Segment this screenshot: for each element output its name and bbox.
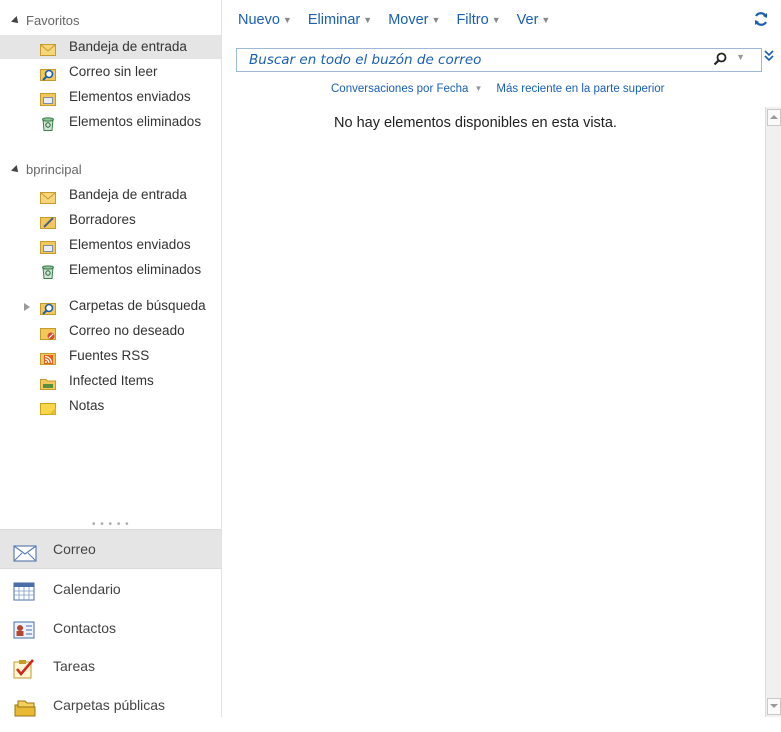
message-list-pane: Nuevo ▼ Eliminar ▼ Mover ▼ Filtro ▼ Ver ▼ Bus… [222, 0, 781, 717]
expand-triangle-icon[interactable] [24, 303, 30, 311]
collapse-triangle-icon[interactable] [11, 16, 21, 26]
new-button[interactable]: Nuevo ▼ [238, 12, 292, 28]
contacts-icon [13, 617, 37, 639]
toolbar: Nuevo ▼ Eliminar ▼ Mover ▼ Filtro ▼ Ver ▼ [238, 10, 562, 30]
sort-bar: Conversaciones por Fecha ▼ Más reciente en… [331, 83, 664, 95]
junk-icon [40, 324, 56, 340]
rss-icon [40, 349, 56, 365]
folder-junk[interactable]: Correo no deseado [0, 319, 221, 343]
sent-icon [40, 238, 56, 254]
folder-favorites-deleted[interactable]: Elementos eliminados [0, 110, 221, 134]
chevron-down-icon: ▼ [541, 15, 551, 25]
drafts-icon [40, 213, 56, 229]
double-chevron-icon[interactable] [764, 49, 776, 65]
folder-icon [40, 374, 56, 390]
inbox-icon [40, 40, 56, 56]
collapse-triangle-icon[interactable] [11, 165, 21, 175]
chevron-down-icon: ▼ [491, 15, 501, 25]
module-calendar[interactable]: Calendario [0, 570, 221, 608]
search-folder-icon [40, 299, 56, 315]
notes-icon [40, 399, 56, 415]
arrow-up-icon [770, 115, 778, 119]
folder-sent[interactable]: Elementos enviados [0, 233, 221, 257]
folder-favorites-inbox[interactable]: Bandeja de entrada [0, 35, 221, 59]
view-button[interactable]: Ver ▼ [517, 12, 551, 28]
chevron-down-icon: ▼ [363, 15, 373, 25]
chevron-down-icon: ▼ [282, 15, 292, 25]
module-tasks[interactable]: Tareas [0, 647, 221, 685]
sort-order-link[interactable]: Más reciente en la parte superior [496, 83, 664, 95]
delete-button[interactable]: Eliminar ▼ [308, 12, 372, 28]
favorites-header[interactable]: Favoritos [11, 12, 79, 30]
scroll-up-button[interactable] [767, 109, 781, 126]
public-folders-icon [13, 694, 37, 717]
folder-deleted[interactable]: Elementos eliminados [0, 258, 221, 282]
mail-icon [13, 538, 37, 562]
arrow-down-icon [770, 704, 778, 708]
search-icon[interactable] [713, 52, 727, 69]
folder-notes[interactable]: Notas [0, 394, 221, 418]
search-folder-icon [40, 65, 56, 81]
refresh-icon[interactable] [753, 11, 769, 27]
sort-by-link[interactable]: Conversaciones por Fecha [331, 83, 468, 95]
vertical-scrollbar[interactable] [765, 107, 781, 717]
search-input[interactable]: Buscar en todo el buzón de correo ▼ [236, 48, 762, 72]
tasks-icon [13, 655, 37, 679]
module-public-folders[interactable]: Carpetas públicas [0, 686, 221, 724]
chevron-down-icon: ▼ [431, 15, 441, 25]
trash-icon [40, 263, 56, 279]
account-header[interactable]: bprincipal [11, 161, 82, 179]
chevron-down-icon[interactable]: ▼ [474, 84, 482, 93]
module-contacts[interactable]: Contactos [0, 609, 221, 647]
folder-favorites-unread[interactable]: Correo sin leer [0, 60, 221, 84]
sent-icon [40, 90, 56, 106]
module-mail[interactable]: Correo [0, 529, 221, 569]
trash-icon [40, 115, 56, 131]
folder-inbox[interactable]: Bandeja de entrada [0, 183, 221, 207]
folder-drafts[interactable]: Borradores [0, 208, 221, 232]
search-options-chevron-icon[interactable]: ▼ [736, 52, 745, 62]
empty-list-message: No hay elementos disponibles en esta vis… [334, 115, 617, 131]
navigation-pane: Favoritos Bandeja de entrada Correo sin … [0, 0, 222, 717]
filter-button[interactable]: Filtro ▼ [456, 12, 500, 28]
calendar-icon [13, 578, 37, 601]
folder-favorites-sent[interactable]: Elementos enviados [0, 85, 221, 109]
inbox-icon [40, 188, 56, 204]
move-button[interactable]: Mover ▼ [388, 12, 440, 28]
folder-infected-items[interactable]: Infected Items [0, 369, 221, 393]
folder-rss[interactable]: Fuentes RSS [0, 344, 221, 368]
scroll-down-button[interactable] [767, 698, 781, 715]
folder-search-folders[interactable]: Carpetas de búsqueda [0, 294, 221, 318]
